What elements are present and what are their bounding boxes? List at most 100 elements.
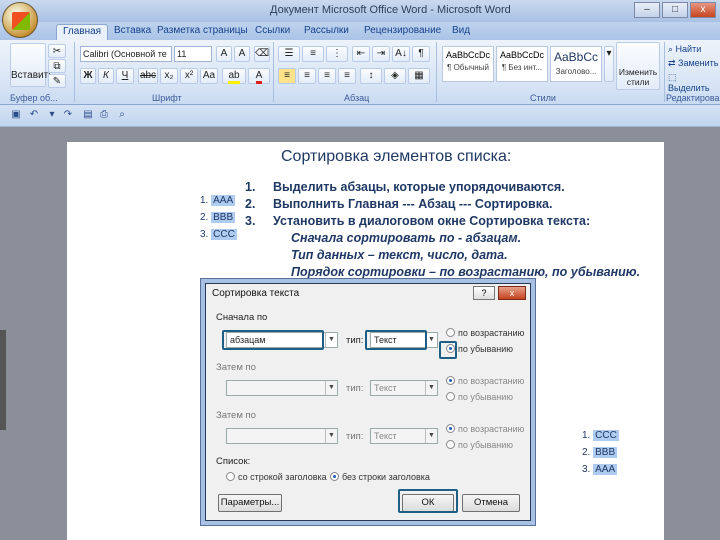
list-text: ААА (593, 464, 618, 475)
style-no-spacing[interactable]: AaBbCcDc ¶ Без инт... (496, 46, 548, 82)
print-icon[interactable]: ⎙ (98, 109, 110, 121)
multilevel-list-icon[interactable]: ⋮ (326, 46, 348, 62)
shrink-font-icon[interactable]: A (234, 46, 250, 62)
change-styles-button[interactable]: Изменить стили (616, 42, 660, 90)
line-spacing-icon[interactable]: ↕ (360, 68, 382, 84)
increase-indent-icon[interactable]: ⇥ (372, 46, 390, 62)
highlight-icon[interactable]: ab (222, 68, 246, 84)
italic-button[interactable]: К (98, 68, 114, 84)
list-text: ССС (593, 430, 619, 441)
style-sample: AaBbCcDc (499, 50, 544, 60)
align-right-icon[interactable]: ≡ (318, 68, 336, 84)
minimize-button[interactable]: – (634, 2, 660, 18)
radio-label: по возрастанию (458, 328, 525, 338)
open-icon[interactable]: ▤ (82, 109, 94, 121)
document-heading: Сортировка элементов списка: (281, 148, 512, 165)
decrease-indent-icon[interactable]: ⇤ (352, 46, 370, 62)
undo-icon[interactable]: ↶ (28, 109, 40, 121)
list-item: 2. ВВВ (200, 212, 237, 229)
tab-home[interactable]: Главная (56, 24, 109, 40)
then-type-select[interactable]: Текст ▼ (370, 380, 438, 396)
type-value: Текст (374, 383, 397, 393)
help-button[interactable]: ? (473, 286, 495, 300)
radio-circle (446, 376, 455, 385)
shading-icon[interactable]: ◈ (384, 68, 406, 84)
original-list: 1. ААА 2. ВВВ 3. ССС (200, 195, 237, 246)
font-size-field[interactable]: 11 (174, 46, 212, 62)
with-header-radio[interactable]: со строкой заголовка (226, 472, 327, 482)
strikethrough-button[interactable]: abc (138, 68, 158, 84)
step-text: Установить в диалоговом окне Сортировка … (273, 214, 591, 228)
tab-view[interactable]: Вид (446, 24, 476, 40)
bold-button[interactable]: Ж (80, 68, 96, 84)
replace-button[interactable]: ⇄ Заменить (668, 58, 719, 69)
copy-icon[interactable]: ⧉ (48, 59, 66, 73)
tab-review[interactable]: Рецензирование (358, 24, 447, 40)
font-name-field[interactable]: Calibri (Основной те (80, 46, 172, 62)
clear-format-icon[interactable]: ⌫ (254, 46, 270, 62)
tab-references[interactable]: Ссылки (249, 24, 296, 40)
grow-font-icon[interactable]: A (216, 46, 232, 62)
then-ascending-radio[interactable]: по возрастанию (446, 376, 524, 386)
binoculars-icon: ⌕ (668, 44, 676, 54)
tab-page-layout[interactable]: Разметка страницы (151, 24, 254, 40)
dialog-close-button[interactable]: x (498, 286, 526, 300)
no-header-radio[interactable]: без строки заголовка (330, 472, 430, 482)
group-divider (664, 42, 665, 102)
bullets-icon[interactable]: ☰ (278, 46, 300, 62)
list-item: 2. ВВВ (582, 447, 619, 464)
dropdown-icon[interactable]: ▾ (46, 109, 58, 121)
then-descending-radio[interactable]: по убыванию (446, 392, 513, 402)
step-item: 2. Выполнить Главная --- Абзац --- Сортир… (245, 197, 640, 214)
group-divider (273, 42, 274, 102)
ribbon-tabs: Главная Вставка Разметка страницы Ссылки… (0, 22, 720, 40)
cut-icon[interactable]: ✂ (48, 44, 66, 58)
then-by-select[interactable]: ▼ (226, 380, 338, 396)
step-number: 2. (245, 197, 256, 211)
list-label: Список: (216, 456, 251, 467)
format-painter-icon[interactable]: ✎ (48, 74, 66, 88)
group-divider (436, 42, 437, 102)
radio-circle (330, 472, 339, 481)
styles-scroll-icon[interactable]: ▾ (604, 46, 614, 82)
type-label: тип: (346, 431, 364, 442)
then-by2-select[interactable]: ▼ (226, 428, 338, 444)
then2-ascending-radio[interactable]: по возрастанию (446, 424, 524, 434)
tab-insert[interactable]: Вставка (108, 24, 157, 40)
align-left-icon[interactable]: ≡ (278, 68, 296, 84)
parameters-button[interactable]: Параметры... (218, 494, 282, 512)
style-heading[interactable]: AaBbCc Заголово... (550, 46, 602, 82)
cancel-button[interactable]: Отмена (462, 494, 520, 512)
superscript-button[interactable]: x² (180, 68, 198, 84)
then2-type-select[interactable]: Текст ▼ (370, 428, 438, 444)
redo-icon[interactable]: ↷ (62, 109, 74, 121)
preview-icon[interactable]: ⌕ (116, 109, 128, 121)
chevron-down-icon: ▼ (325, 333, 337, 347)
pilcrow-icon[interactable]: ¶ (412, 46, 430, 62)
type-label: тип: (346, 335, 364, 346)
close-button[interactable]: x (690, 2, 716, 18)
borders-icon[interactable]: ▦ (408, 68, 430, 84)
style-normal[interactable]: AaBbCcDc ¶ Обычный (442, 46, 494, 82)
maximize-button[interactable]: □ (662, 2, 688, 18)
align-center-icon[interactable]: ≡ (298, 68, 316, 84)
justify-icon[interactable]: ≡ (338, 68, 356, 84)
numbering-icon[interactable]: ≡ (302, 46, 324, 62)
font-color-icon[interactable]: A (248, 68, 270, 84)
save-icon[interactable]: ▣ (10, 109, 22, 121)
then2-descending-radio[interactable]: по убыванию (446, 440, 513, 450)
find-button[interactable]: ⌕ Найти (668, 44, 701, 55)
tab-mailings[interactable]: Рассылки (298, 24, 355, 40)
office-button[interactable] (2, 2, 38, 38)
select-button[interactable]: ⬚ Выделить (668, 72, 720, 93)
first-ascending-radio[interactable]: по возрастанию (446, 328, 524, 338)
underline-button[interactable]: Ч (116, 68, 134, 84)
change-case-icon[interactable]: Aa (200, 68, 218, 84)
sort-icon[interactable]: A↓ (392, 46, 410, 62)
paste-button[interactable]: Вставить (10, 43, 53, 87)
chevron-down-icon: ▼ (425, 381, 437, 395)
group-divider (74, 42, 75, 102)
window-title: Документ Microsoft Office Word - Microso… (270, 4, 511, 16)
callout-frame (365, 330, 427, 350)
subscript-button[interactable]: x₂ (160, 68, 178, 84)
